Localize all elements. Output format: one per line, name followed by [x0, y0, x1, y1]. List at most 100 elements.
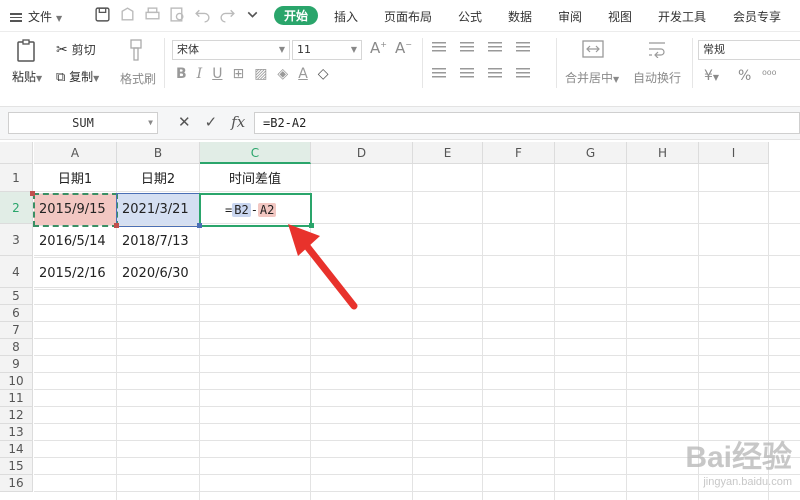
cell-A4[interactable]: 2015/2/16	[34, 258, 117, 290]
column-header-h[interactable]: H	[627, 142, 699, 164]
cut-button[interactable]: ✂ 剪切	[56, 41, 96, 58]
distribute-icon[interactable]	[516, 68, 530, 78]
print-preview-icon[interactable]	[169, 6, 186, 23]
column-header-d[interactable]: D	[311, 142, 413, 164]
copy-button[interactable]: ⧉ 复制▼	[56, 68, 99, 85]
row-header-10[interactable]: 10	[0, 373, 33, 390]
row-header-7[interactable]: 7	[0, 322, 33, 339]
fx-icon[interactable]: fx	[231, 113, 245, 131]
undo-icon[interactable]	[194, 6, 211, 23]
paste-label-wrap[interactable]: 粘贴▼	[12, 68, 42, 85]
export-icon[interactable]	[119, 6, 136, 23]
decrease-font-icon[interactable]: A−	[395, 39, 412, 57]
fill-color-icon[interactable]: ◈	[277, 66, 288, 82]
close-icon[interactable]: ✕	[178, 113, 191, 131]
gridline	[34, 423, 800, 424]
more-icon[interactable]	[244, 6, 261, 23]
increase-font-icon[interactable]: A+	[370, 39, 387, 57]
formula-bar: SUM ▼ ✕ ✓ fx =B2-A2	[0, 106, 800, 140]
name-box[interactable]: SUM ▼	[8, 112, 158, 134]
column-header-i[interactable]: I	[699, 142, 769, 164]
tab-review[interactable]: 审阅	[558, 8, 582, 25]
align-right-icon[interactable]	[488, 68, 502, 78]
font-color-icon[interactable]: A	[298, 66, 308, 82]
tab-formulas[interactable]: 公式	[458, 8, 482, 25]
row-header-4[interactable]: 4	[0, 256, 33, 288]
thousands-icon[interactable]: ⁰⁰⁰	[762, 68, 776, 82]
align-middle-icon[interactable]	[460, 42, 474, 52]
column-header-f[interactable]: F	[483, 142, 555, 164]
underline-icon[interactable]: U	[212, 66, 222, 82]
font-size-select[interactable]: 11 ▼	[292, 40, 362, 60]
row-header-15[interactable]: 15	[0, 458, 33, 475]
format-painter-button[interactable]: 格式刷	[120, 70, 156, 87]
format-toolbar: B I U ⊞ ▨ ◈ A ◇	[176, 66, 329, 82]
cell-A2[interactable]: 2015/9/15	[34, 194, 117, 226]
percent-button[interactable]: %	[738, 68, 751, 84]
save-icon[interactable]	[94, 6, 111, 23]
row-header-3[interactable]: 3	[0, 224, 33, 256]
wrap-text-button[interactable]: 自动换行	[633, 69, 681, 86]
cell-B2[interactable]: 2021/3/21	[117, 194, 200, 226]
tab-insert[interactable]: 插入	[334, 8, 358, 25]
select-all-corner[interactable]	[0, 142, 33, 164]
check-icon[interactable]: ✓	[205, 113, 218, 131]
number-format-select[interactable]: 常规	[698, 40, 800, 60]
row-header-9[interactable]: 9	[0, 356, 33, 373]
align-top-icon[interactable]	[432, 42, 446, 52]
tab-view[interactable]: 视图	[608, 8, 632, 25]
cell-B3[interactable]: 2018/7/13	[117, 226, 200, 258]
paste-button[interactable]	[14, 38, 40, 67]
row-header-12[interactable]: 12	[0, 407, 33, 424]
range-handle[interactable]	[197, 223, 202, 228]
number-format-value: 常规	[703, 43, 725, 56]
cell-B4[interactable]: 2020/6/30	[117, 258, 200, 290]
column-header-e[interactable]: E	[413, 142, 483, 164]
merge-center-icon	[582, 40, 604, 61]
column-header-c[interactable]: C	[200, 142, 311, 164]
column-header-g[interactable]: G	[555, 142, 627, 164]
column-header-a[interactable]: A	[34, 142, 117, 164]
clear-format-icon[interactable]: ◇	[318, 66, 329, 82]
cell-A3[interactable]: 2016/5/14	[34, 226, 117, 258]
row-header-16[interactable]: 16	[0, 475, 33, 492]
italic-icon[interactable]: I	[197, 66, 203, 82]
align-center-icon[interactable]	[460, 68, 474, 78]
paste-label: 粘贴	[12, 70, 37, 84]
formula-input[interactable]: =B2-A2	[254, 112, 800, 134]
row-header-8[interactable]: 8	[0, 339, 33, 356]
row-header-2[interactable]: 2	[0, 192, 33, 224]
row-header-11[interactable]: 11	[0, 390, 33, 407]
range-handle[interactable]	[114, 223, 119, 228]
spreadsheet-grid[interactable]: ABCDEFGHI 1 2 3 4 5 6 7 8 9 10 11 12 13 14 15 16 日期1 日期…	[0, 142, 800, 500]
border-icon[interactable]: ⊞	[232, 66, 244, 82]
tab-data[interactable]: 数据	[508, 8, 532, 25]
row-header-13[interactable]: 13	[0, 424, 33, 441]
ribbon: 粘贴▼ ✂ 剪切 ⧉ 复制▼ 格式刷 宋体 ▼ 11 ▼ A+ A− B I U ⊞…	[0, 32, 800, 94]
row-header-1[interactable]: 1	[0, 164, 33, 192]
align-bottom-icon[interactable]	[488, 42, 502, 52]
range-handle[interactable]	[30, 191, 35, 196]
cell-B1[interactable]: 日期2	[117, 166, 200, 194]
column-header-b[interactable]: B	[117, 142, 200, 164]
divider	[164, 38, 165, 88]
tab-developer[interactable]: 开发工具	[658, 8, 706, 25]
indent-icon[interactable]	[516, 42, 530, 52]
row-header-14[interactable]: 14	[0, 441, 33, 458]
font-name-select[interactable]: 宋体 ▼	[172, 40, 290, 60]
merge-center-button[interactable]: 合并居中▼	[565, 69, 619, 86]
align-left-icon[interactable]	[432, 68, 446, 78]
currency-button[interactable]: ¥▼	[704, 68, 719, 84]
row-header-5[interactable]: 5	[0, 288, 33, 305]
bold-icon[interactable]: B	[176, 66, 187, 82]
file-menu[interactable]: 文件 ▼	[10, 8, 62, 25]
print-icon[interactable]	[144, 6, 161, 23]
fill-pattern-icon[interactable]: ▨	[254, 66, 267, 82]
tab-page-layout[interactable]: 页面布局	[384, 8, 432, 25]
row-header-6[interactable]: 6	[0, 305, 33, 322]
tab-home[interactable]: 开始	[274, 6, 319, 25]
redo-icon[interactable]	[219, 6, 236, 23]
cell-A1[interactable]: 日期1	[34, 166, 117, 194]
cell-C1[interactable]: 时间差值	[200, 166, 311, 194]
tab-member[interactable]: 会员专享	[733, 8, 781, 25]
